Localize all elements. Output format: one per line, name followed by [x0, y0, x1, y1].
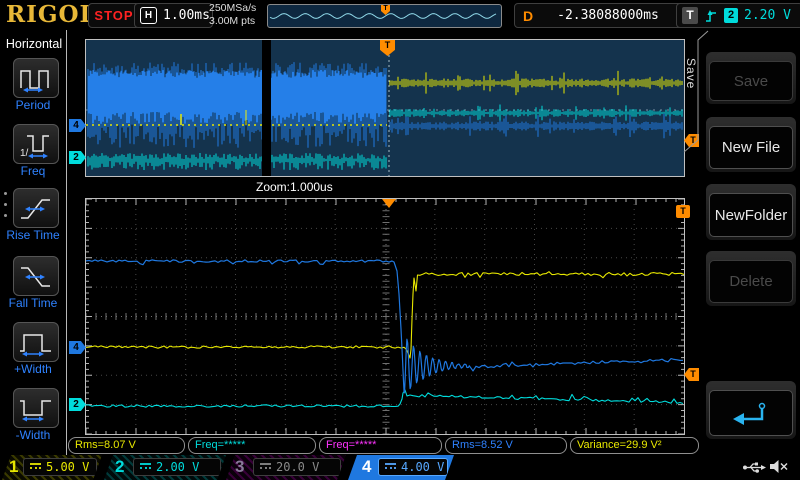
dc-coupling-icon	[260, 463, 271, 472]
measure-group-title: Horizontal	[3, 37, 65, 51]
zoom-waveform-plot	[86, 199, 684, 434]
ch4-zoom-position-badge[interactable]: 4	[69, 341, 86, 354]
measurement-freq-ch3: Freq=*****	[319, 437, 442, 454]
period-icon	[18, 63, 54, 93]
delay-value: -2.38088000ms	[557, 8, 659, 23]
sample-rate: 250MSa/s	[209, 2, 256, 15]
page-dot	[4, 192, 7, 195]
measure-item-pos-width-label: +Width	[0, 362, 66, 376]
page-dot	[4, 214, 7, 217]
run-state-button[interactable]: STOP	[88, 3, 140, 28]
delete-button[interactable]: Delete	[709, 260, 793, 303]
rigol-logo: RIGOL	[6, 1, 97, 28]
trigger-level-tag-zoom-icon[interactable]: T	[684, 368, 699, 381]
menu-tab-save: Save	[684, 58, 698, 110]
measurement-rms-ch1: Rms=8.07 V	[68, 437, 185, 454]
channel-3-number: 3	[235, 457, 244, 477]
dc-coupling-icon	[140, 463, 151, 472]
channel-1-scale: 5.00 V	[23, 458, 97, 476]
oscilloscope-screen: RIGOL STOP H 1.00ms 250MSa/s 3.00M pts T…	[0, 0, 800, 480]
channel-status-bar: 1 5.00 V 2 2.00 V 3 20.0 V 4 4.00 V	[0, 455, 800, 480]
channel-1-block[interactable]: 1 5.00 V	[2, 455, 102, 480]
rise-time-icon	[18, 193, 54, 223]
back-button[interactable]	[709, 390, 793, 436]
acquisition-info: 250MSa/s 3.00M pts	[209, 2, 256, 28]
delay-readout[interactable]: D -2.38088000ms	[514, 3, 688, 28]
plus-width-icon	[18, 327, 54, 357]
channel-4-number: 4	[362, 457, 371, 477]
channel-1-volts: 5.00 V	[46, 460, 89, 474]
measure-item-freq[interactable]: 1/	[13, 124, 59, 164]
minus-width-icon	[18, 393, 54, 423]
channel-2-volts: 2.00 V	[156, 460, 199, 474]
measure-item-period-label: Period	[0, 98, 66, 112]
measure-item-neg-width[interactable]	[13, 388, 59, 428]
freq-icon: 1/	[18, 129, 54, 159]
delay-badge: D	[523, 8, 533, 24]
measure-item-freq-label: Freq	[0, 164, 66, 178]
channel-2-scale: 2.00 V	[133, 458, 221, 476]
zoom-waveform-window[interactable]	[85, 198, 685, 435]
waveform-preview-bar[interactable]: T	[267, 4, 502, 28]
trigger-readout[interactable]: T 2 2.20 V	[676, 3, 800, 28]
measure-item-rise-time[interactable]	[13, 188, 59, 228]
horizontal-timebase-readout[interactable]: H 1.00ms	[134, 3, 213, 28]
menu-slot: Save	[706, 52, 796, 104]
menu-slot: New File	[706, 117, 796, 172]
menu-slot: NewFolder	[706, 184, 796, 240]
ch4-position-badge[interactable]: 4	[69, 119, 86, 132]
run-state-label: STOP	[94, 8, 133, 23]
measure-item-fall-time[interactable]	[13, 256, 59, 296]
trigger-source-badge: 2	[724, 8, 738, 23]
new-folder-button[interactable]: NewFolder	[709, 193, 793, 237]
menu-slot	[706, 381, 796, 439]
channel-4-volts: 4.00 V	[401, 460, 444, 474]
new-file-button[interactable]: New File	[709, 126, 793, 169]
main-waveform-window[interactable]	[85, 39, 685, 177]
zoom-scale-label: Zoom:1.000us	[256, 180, 333, 194]
measurement-freq-ch2: Freq=*****	[188, 437, 316, 454]
channel-4-block[interactable]: 4 4.00 V	[348, 455, 454, 480]
measure-item-pos-width[interactable]	[13, 322, 59, 362]
zoom-trigger-corner-tag-icon: T	[676, 205, 690, 218]
return-arrow-icon	[729, 399, 773, 427]
dc-coupling-icon	[30, 463, 41, 472]
dc-coupling-icon	[385, 463, 396, 472]
measure-item-fall-time-label: Fall Time	[0, 296, 66, 310]
memory-depth: 3.00M pts	[209, 15, 256, 28]
page-dot	[4, 203, 7, 206]
timebase-value: 1.00ms	[163, 8, 210, 23]
save-button[interactable]: Save	[709, 61, 793, 101]
main-waveform-plot	[86, 40, 684, 176]
measurement-rms-ch4: Rms=8.52 V	[445, 437, 567, 454]
channel-2-number: 2	[115, 457, 124, 477]
channel-3-scale: 20.0 V	[253, 458, 341, 476]
menu-slot: Delete	[706, 251, 796, 306]
ch2-position-badge[interactable]: 2	[69, 151, 86, 164]
trigger-badge: T	[682, 7, 698, 24]
rising-edge-icon	[704, 8, 718, 24]
ch2-zoom-position-badge[interactable]: 2	[69, 398, 86, 411]
fall-time-icon	[18, 261, 54, 291]
trigger-level-value: 2.20 V	[744, 8, 791, 23]
channel-1-number: 1	[9, 457, 18, 477]
sound-muted-icon	[768, 459, 790, 474]
channel-3-block[interactable]: 3 20.0 V	[226, 455, 346, 480]
measure-item-neg-width-label: -Width	[0, 428, 66, 442]
measurement-variance: Variance=29.9 V²	[570, 437, 699, 454]
measure-item-period[interactable]	[13, 58, 59, 98]
h-badge: H	[140, 7, 157, 24]
channel-4-scale: 4.00 V	[378, 458, 448, 476]
measure-item-rise-time-label: Rise Time	[0, 228, 66, 242]
channel-3-volts: 20.0 V	[276, 460, 319, 474]
svg-text:1/: 1/	[20, 148, 29, 159]
usb-icon	[742, 460, 766, 475]
channel-2-block[interactable]: 2 2.00 V	[104, 455, 226, 480]
